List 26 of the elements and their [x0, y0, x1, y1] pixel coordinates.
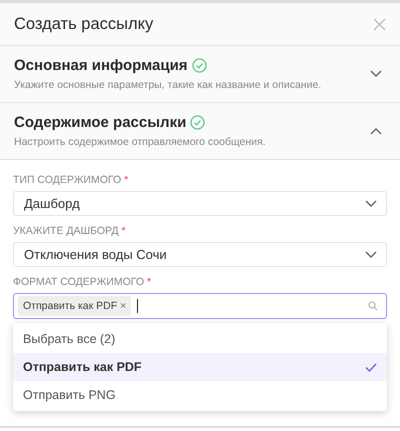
- check-circle-icon: [192, 58, 207, 72]
- multiselect-field[interactable]: Отправить как PDF ×: [13, 293, 387, 319]
- field-label: ТИП СОДЕРЖИМОГО *: [13, 174, 130, 186]
- chevron-down-icon: [370, 70, 382, 78]
- search-icon: [368, 301, 378, 311]
- remove-tag-button[interactable]: ×: [120, 300, 126, 312]
- chevron-up-icon: [370, 126, 382, 134]
- text-cursor: [137, 299, 138, 313]
- close-icon: [373, 18, 386, 30]
- field-label: ФОРМАТ СОДЕРЖИМОГО *: [13, 276, 152, 288]
- selected-tag: Отправить как PDF ×: [18, 296, 132, 316]
- menu-option[interactable]: Отправить PNG: [13, 381, 387, 409]
- section-subtitle: Настроить содержимое отправляемого сообщения.: [14, 136, 267, 148]
- chevron-down-icon: [365, 200, 377, 208]
- section-title: Основная информация: [14, 56, 188, 74]
- dialog-title: Создать рассылку: [14, 14, 154, 34]
- checkmark-icon: [365, 362, 377, 372]
- chevron-down-icon: [365, 250, 377, 258]
- section-title: Содержимое рассылки: [14, 114, 186, 130]
- dropdown-field[interactable]: Отключения воды Сочи: [13, 242, 387, 267]
- dropdown-field[interactable]: Дашборд: [13, 191, 387, 216]
- field-label: УКАЖИТЕ ДАШБОРД *: [13, 225, 127, 237]
- menu-option[interactable]: Отправить как PDF: [13, 353, 387, 381]
- check-circle-icon: [190, 114, 206, 130]
- menu-option[interactable]: Выбрать все (2): [13, 325, 387, 353]
- section-subtitle: Укажите основные параметры, такие как название и описание.: [14, 78, 322, 90]
